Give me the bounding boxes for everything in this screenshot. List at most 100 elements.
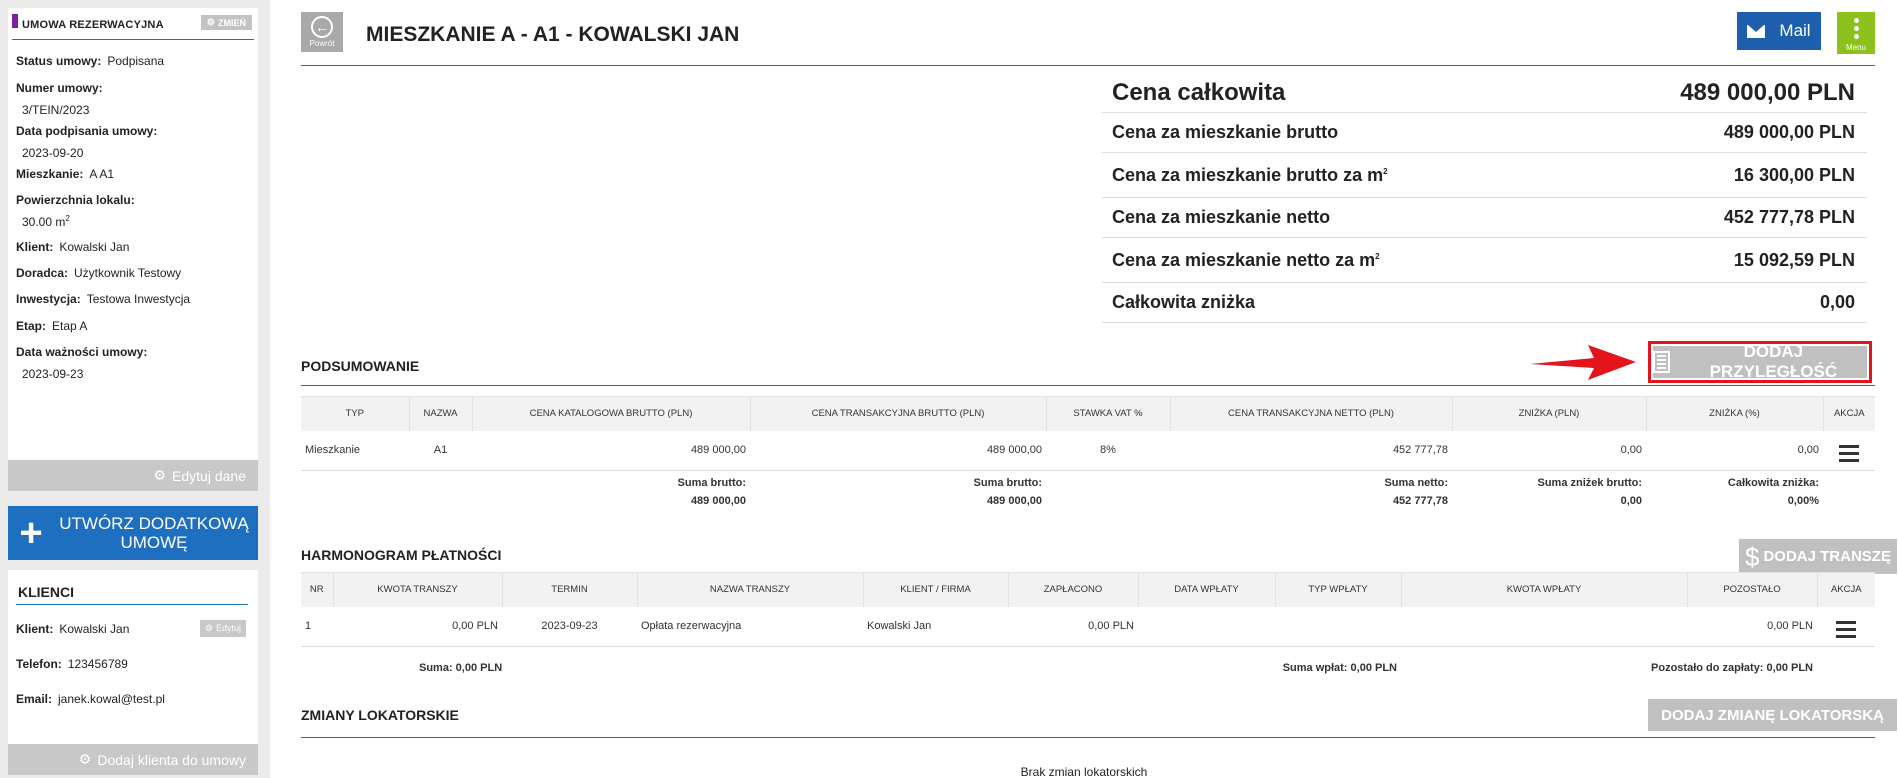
column-header: AKCJA: [1817, 572, 1875, 607]
menu-button[interactable]: Menu: [1837, 12, 1875, 54]
gear-icon: ⚙: [78, 751, 92, 767]
summary-section-title: PODSUMOWANIE: [301, 358, 420, 374]
field-value: 3/TEIN/2023: [22, 103, 90, 117]
table-cell: 2023-09-23: [502, 606, 637, 647]
column-header: ZNIŻKA (%): [1646, 396, 1824, 431]
field-label: Status umowy:: [16, 54, 102, 68]
field-label: Data podpisania umowy:: [16, 124, 158, 138]
sum-value: 452 777,78: [1392, 494, 1448, 507]
add-tenant-change-button[interactable]: DODAJ ZMIANĘ LOKATORSKĄ: [1648, 699, 1897, 731]
contract-number: Numer umowy: 3/TEIN/2023: [16, 81, 103, 117]
table-cell: 489 000,00: [750, 430, 1046, 471]
clients-title: KLIENCI: [18, 584, 74, 600]
field-label: Telefon:: [16, 657, 62, 671]
create-contract-label: UTWÓRZ DODATKOWĄ UMOWĘ: [59, 514, 249, 552]
price-label: Cena za mieszkanie netto: [1112, 207, 1331, 227]
contract-type-title: UMOWA REZERWACYJNA: [22, 19, 164, 31]
column-header: NR: [301, 572, 334, 607]
table-cell: [1817, 606, 1875, 647]
back-label: Powrót: [309, 39, 335, 48]
payments-table-header: NR KWOTA TRANSZY TERMIN NAZWA TRANSZY KL…: [301, 572, 1875, 607]
table-cell: Kowalski Jan: [863, 606, 1008, 647]
price-row-net-m2: Cena za mieszkanie netto za m2 15 092,59…: [1102, 238, 1867, 283]
price-row-discount: Całkowita zniżka 0,00: [1102, 283, 1867, 323]
table-cell: 452 777,78: [1170, 430, 1452, 471]
sum-cell: Całkowita zniżka: 0,00%: [1646, 471, 1823, 513]
add-adjacency-button[interactable]: DODAJ PRZYLEGŁOŚĆ: [1648, 341, 1872, 383]
sum-cell: Suma zniżek brutto: 0,00: [1452, 471, 1646, 513]
column-header: KWOTA WPŁATY: [1401, 572, 1688, 607]
menu-label: Menu: [1845, 42, 1866, 52]
table-cell: Opłata rezerwacyjna: [637, 606, 863, 647]
field-value: A A1: [89, 167, 115, 181]
add-tranche-button[interactable]: $ DODAJ TRANSZĘ: [1739, 539, 1897, 574]
column-header: TYP WPŁATY: [1275, 572, 1402, 607]
column-header: CENA TRANSAKCYJNA BRUTTO (PLN): [750, 396, 1047, 431]
plus-icon: +: [19, 511, 43, 555]
add-adjacency-label: DODAJ PRZYLEGŁOŚĆ: [1709, 342, 1838, 381]
sum-label: Całkowita zniżka:: [1727, 476, 1819, 489]
field-label: Klient:: [16, 622, 54, 636]
mail-button[interactable]: Mail: [1737, 12, 1821, 50]
table-cell: 0,00 PLN: [1687, 606, 1817, 647]
table-cell: 489 000,00: [472, 430, 750, 471]
summary-table: TYP NAZWA CENA KATALOGOWA BRUTTO (PLN) C…: [301, 396, 1875, 513]
gear-icon: ⚙: [206, 17, 215, 27]
clients-divider: [16, 604, 248, 605]
field-value: Etap A: [52, 319, 88, 333]
sum-cell: Suma wpłat: 0,00 PLN: [1282, 661, 1397, 674]
price-label: Cena za mieszkanie brutto: [1112, 122, 1339, 142]
field-value: 2023-09-20: [22, 146, 84, 160]
contract-status: Status umowy: Podpisana: [16, 54, 164, 68]
column-header: NAZWA TRANSZY: [637, 572, 864, 607]
price-value: 15 092,59 PLN: [1733, 249, 1855, 270]
contract-area: Powierzchnia lokalu: 30.00 m2: [16, 193, 135, 229]
price-row-gross: Cena za mieszkanie brutto 489 000,00 PLN: [1102, 113, 1867, 153]
field-value: 123456789: [67, 657, 128, 671]
edit-data-label: Edytuj dane: [172, 467, 246, 484]
edit-client-button[interactable]: ⚙ Edytuj: [199, 620, 246, 637]
sum-label: Suma netto:: [1384, 476, 1448, 489]
mail-label: Mail: [1779, 21, 1811, 40]
create-additional-contract-button[interactable]: + UTWÓRZ DODATKOWĄ UMOWĘ: [8, 506, 258, 560]
edit-contract-data-button[interactable]: ⚙ Edytuj dane: [8, 460, 258, 491]
sum-cell: Suma brutto: 489 000,00: [472, 471, 750, 513]
red-arrow-annotation: [1530, 345, 1636, 380]
field-label: Powierzchnia lokalu:: [16, 193, 135, 207]
payments-table: NR KWOTA TRANSZY TERMIN NAZWA TRANSZY KL…: [301, 572, 1875, 689]
field-label: Doradca:: [16, 266, 69, 280]
summary-table-header: TYP NAZWA CENA KATALOGOWA BRUTTO (PLN) C…: [301, 396, 1875, 431]
price-label-text: Cena za mieszkanie brutto za m: [1112, 164, 1384, 185]
field-label: Data ważności umowy:: [16, 345, 148, 359]
hamburger-menu-icon[interactable]: [1839, 444, 1859, 462]
price-row-gross-m2: Cena za mieszkanie brutto za m2 16 300,0…: [1102, 153, 1867, 198]
add-tranche-label: DODAJ TRANSZĘ: [1763, 548, 1891, 565]
hamburger-menu-icon[interactable]: [1836, 620, 1856, 638]
contract-validity: Data ważności umowy: 2023-09-23: [16, 345, 147, 381]
table-row: 1 0,00 PLN 2023-09-23 Opłata rezerwacyjn…: [301, 606, 1875, 647]
client-phone: Telefon: 123456789: [16, 657, 128, 671]
payments-section-title: HARMONOGRAM PŁATNOŚCI: [301, 547, 502, 563]
header-divider: [301, 65, 1875, 66]
change-contract-type-button[interactable]: ⚙ ZMIEŃ: [200, 15, 252, 30]
column-header: ZNIŻKA (PLN): [1452, 396, 1647, 431]
m2-sup: 2: [1375, 251, 1380, 261]
column-header: POZOSTAŁO: [1687, 572, 1818, 607]
sum-cell: Suma netto: 452 777,78: [1170, 471, 1452, 513]
table-cell: [1275, 606, 1401, 647]
field-label: Mieszkanie:: [16, 167, 84, 181]
sum-value: 0,00: [1620, 494, 1642, 507]
column-header: NAZWA: [409, 396, 473, 431]
price-value: 452 777,78 PLN: [1723, 207, 1855, 227]
summary-sums-row: Suma brutto: 489 000,00 Suma brutto: 489 0…: [301, 471, 1875, 513]
price-summary: Cena całkowita 489 000,00 PLN Cena za mi…: [1102, 73, 1867, 323]
field-value: 30.00 m2: [22, 214, 135, 230]
payments-sums-row: Suma: 0,00 PLN Suma wpłat: 0,00 PLN Pozo…: [301, 647, 1875, 689]
price-row-total: Cena całkowita 489 000,00 PLN: [1102, 73, 1867, 113]
price-label-text: Cena za mieszkanie netto za m: [1112, 249, 1376, 270]
back-button[interactable]: ← Powrót: [301, 12, 343, 52]
sum-cell: Suma brutto: 489 000,00: [750, 471, 1046, 513]
area-unit-sup: 2: [65, 214, 70, 223]
gear-icon: ⚙: [153, 467, 167, 483]
add-client-to-contract-button[interactable]: ⚙ Dodaj klienta do umowy: [8, 744, 258, 775]
